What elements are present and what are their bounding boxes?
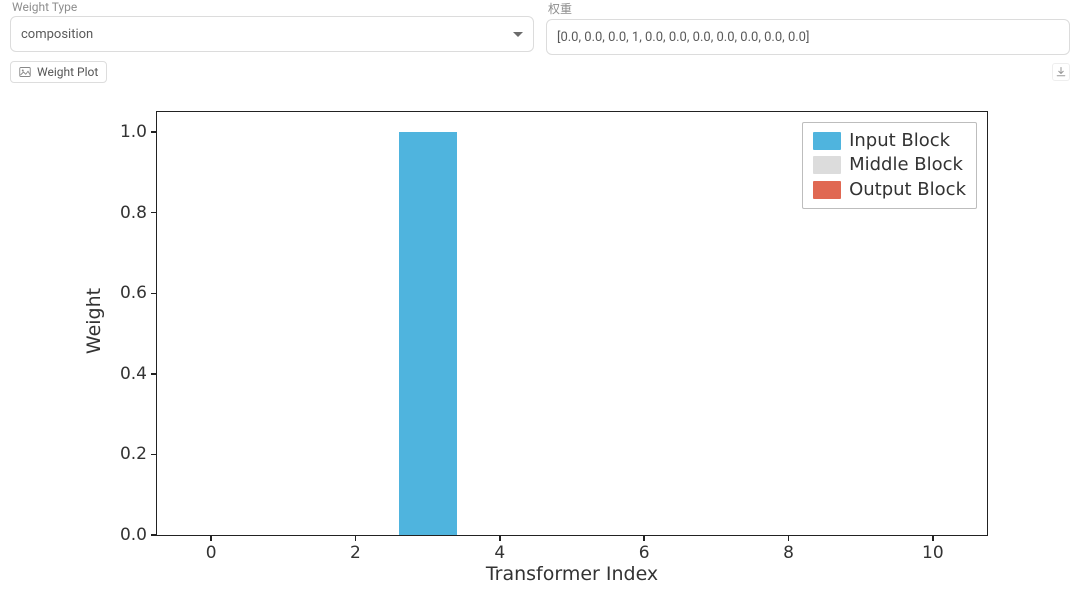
weights-input[interactable]: [0.0, 0.0, 0.0, 1, 0.0, 0.0, 0.0, 0.0, 0… (546, 19, 1070, 55)
y-tick (151, 534, 157, 536)
x-tick (499, 535, 501, 541)
x-tick-label: 10 (922, 543, 944, 563)
bar (399, 132, 457, 535)
weight-type-label: Weight Type (10, 0, 534, 14)
y-tick (151, 212, 157, 214)
image-icon (19, 66, 31, 78)
x-tick (643, 535, 645, 541)
weight-plot-chip[interactable]: Weight Plot (10, 61, 107, 83)
y-tick (151, 293, 157, 295)
x-tick-label: 4 (494, 543, 505, 563)
weight-type-value: composition (21, 27, 513, 42)
legend-swatch-middle (813, 156, 841, 174)
y-tick-label: 0.8 (120, 203, 147, 223)
weight-type-select[interactable]: composition (10, 16, 534, 52)
x-tick-label: 6 (639, 543, 650, 563)
y-tick (151, 131, 157, 133)
download-button[interactable] (1052, 63, 1070, 81)
legend-swatch-output (813, 181, 841, 199)
weight-plot: Weight Transformer Index Input Block Mid… (16, 91, 1064, 591)
legend-label-middle: Middle Block (849, 153, 963, 177)
x-tick (788, 535, 790, 541)
legend-swatch-input (813, 132, 841, 150)
x-tick (355, 535, 357, 541)
weight-plot-chip-label: Weight Plot (37, 65, 98, 79)
legend-item-output: Output Block (813, 178, 966, 202)
weights-value: [0.0, 0.0, 0.0, 1, 0.0, 0.0, 0.0, 0.0, 0… (557, 30, 1059, 45)
y-tick-label: 0.2 (120, 444, 147, 464)
x-tick-label: 8 (783, 543, 794, 563)
y-axis-label: Weight (83, 288, 105, 354)
x-tick (932, 535, 934, 541)
y-tick-label: 0.0 (120, 525, 147, 545)
x-axis-label: Transformer Index (486, 563, 658, 585)
legend: Input Block Middle Block Output Block (802, 122, 977, 209)
y-tick-label: 1.0 (120, 122, 147, 142)
legend-item-input: Input Block (813, 129, 966, 153)
y-tick (151, 454, 157, 456)
download-icon (1055, 66, 1067, 78)
legend-label-input: Input Block (849, 129, 950, 153)
plot-axes: Transformer Index Input Block Middle Blo… (156, 111, 988, 536)
legend-label-output: Output Block (849, 178, 966, 202)
y-tick-label: 0.4 (120, 364, 147, 384)
weights-label: 权重 (546, 0, 1070, 17)
y-tick (151, 373, 157, 375)
x-tick-label: 0 (206, 543, 217, 563)
x-tick (210, 535, 212, 541)
legend-item-middle: Middle Block (813, 153, 966, 177)
x-tick-label: 2 (350, 543, 361, 563)
chevron-down-icon (513, 32, 523, 37)
y-tick-label: 0.6 (120, 283, 147, 303)
